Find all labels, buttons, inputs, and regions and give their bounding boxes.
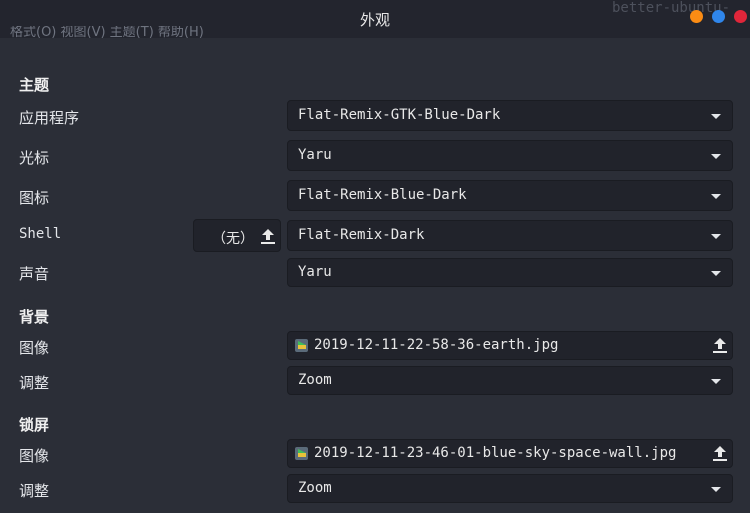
applications-theme-value: Flat-Remix-GTK-Blue-Dark [298, 107, 501, 123]
title-bar: 格式(O) 视图(V) 主题(T) 帮助(H) better-ubuntu- 外… [0, 0, 750, 38]
lock-screen-image-button[interactable]: 2019-12-11-23-46-01-blue-sky-space-wall.… [287, 439, 733, 468]
themes-heading: 主题 [19, 76, 50, 94]
close-button[interactable] [734, 10, 747, 23]
applications-label: 应用程序 [19, 109, 80, 127]
image-file-icon [295, 339, 308, 352]
background-image-value: 2019-12-11-22-58-36-earth.jpg [314, 337, 559, 353]
shell-theme-combo[interactable]: Flat-Remix-Dark [287, 220, 733, 251]
cursor-label: 光标 [19, 149, 50, 167]
lock-screen-image-label: 图像 [19, 447, 50, 465]
image-file-icon [295, 447, 308, 460]
shell-file-value: （无） [212, 231, 254, 247]
upload-icon [713, 446, 727, 462]
icons-label: 图标 [19, 189, 50, 207]
cursor-theme-combo[interactable]: Yaru [287, 140, 733, 171]
icons-theme-combo[interactable]: Flat-Remix-Blue-Dark [287, 180, 733, 211]
chevron-down-icon [711, 114, 721, 119]
shell-theme-value: Flat-Remix-Dark [298, 227, 425, 243]
upload-icon [713, 338, 727, 354]
background-adjust-label: 调整 [19, 374, 50, 392]
background-adjust-value: Zoom [298, 372, 332, 388]
chevron-down-icon [711, 379, 721, 384]
applications-theme-combo[interactable]: Flat-Remix-GTK-Blue-Dark [287, 100, 733, 131]
maximize-button[interactable] [712, 10, 725, 23]
window-title: 外观 [359, 11, 390, 29]
cursor-theme-value: Yaru [298, 147, 332, 163]
lock-screen-adjust-value: Zoom [298, 480, 332, 496]
chevron-down-icon [711, 487, 721, 492]
background-image-button[interactable]: 2019-12-11-22-58-36-earth.jpg [287, 331, 733, 360]
upload-icon [261, 229, 275, 245]
shell-file-button[interactable]: （无） [193, 219, 281, 252]
sound-label: 声音 [19, 265, 50, 283]
lock-screen-adjust-combo[interactable]: Zoom [287, 474, 733, 503]
minimize-button[interactable] [690, 10, 703, 23]
chevron-down-icon [711, 234, 721, 239]
sound-theme-value: Yaru [298, 264, 332, 280]
lock-screen-heading: 锁屏 [19, 416, 50, 434]
background-image-label: 图像 [19, 339, 50, 357]
background-adjust-combo[interactable]: Zoom [287, 366, 733, 395]
chevron-down-icon [711, 154, 721, 159]
sound-theme-combo[interactable]: Yaru [287, 258, 733, 287]
icons-theme-value: Flat-Remix-Blue-Dark [298, 187, 467, 203]
shell-label: Shell [19, 226, 62, 242]
background-heading: 背景 [19, 308, 50, 326]
chevron-down-icon [711, 271, 721, 276]
lock-screen-image-value: 2019-12-11-23-46-01-blue-sky-space-wall.… [314, 445, 677, 461]
lock-screen-adjust-label: 调整 [19, 482, 50, 500]
chevron-down-icon [711, 194, 721, 199]
